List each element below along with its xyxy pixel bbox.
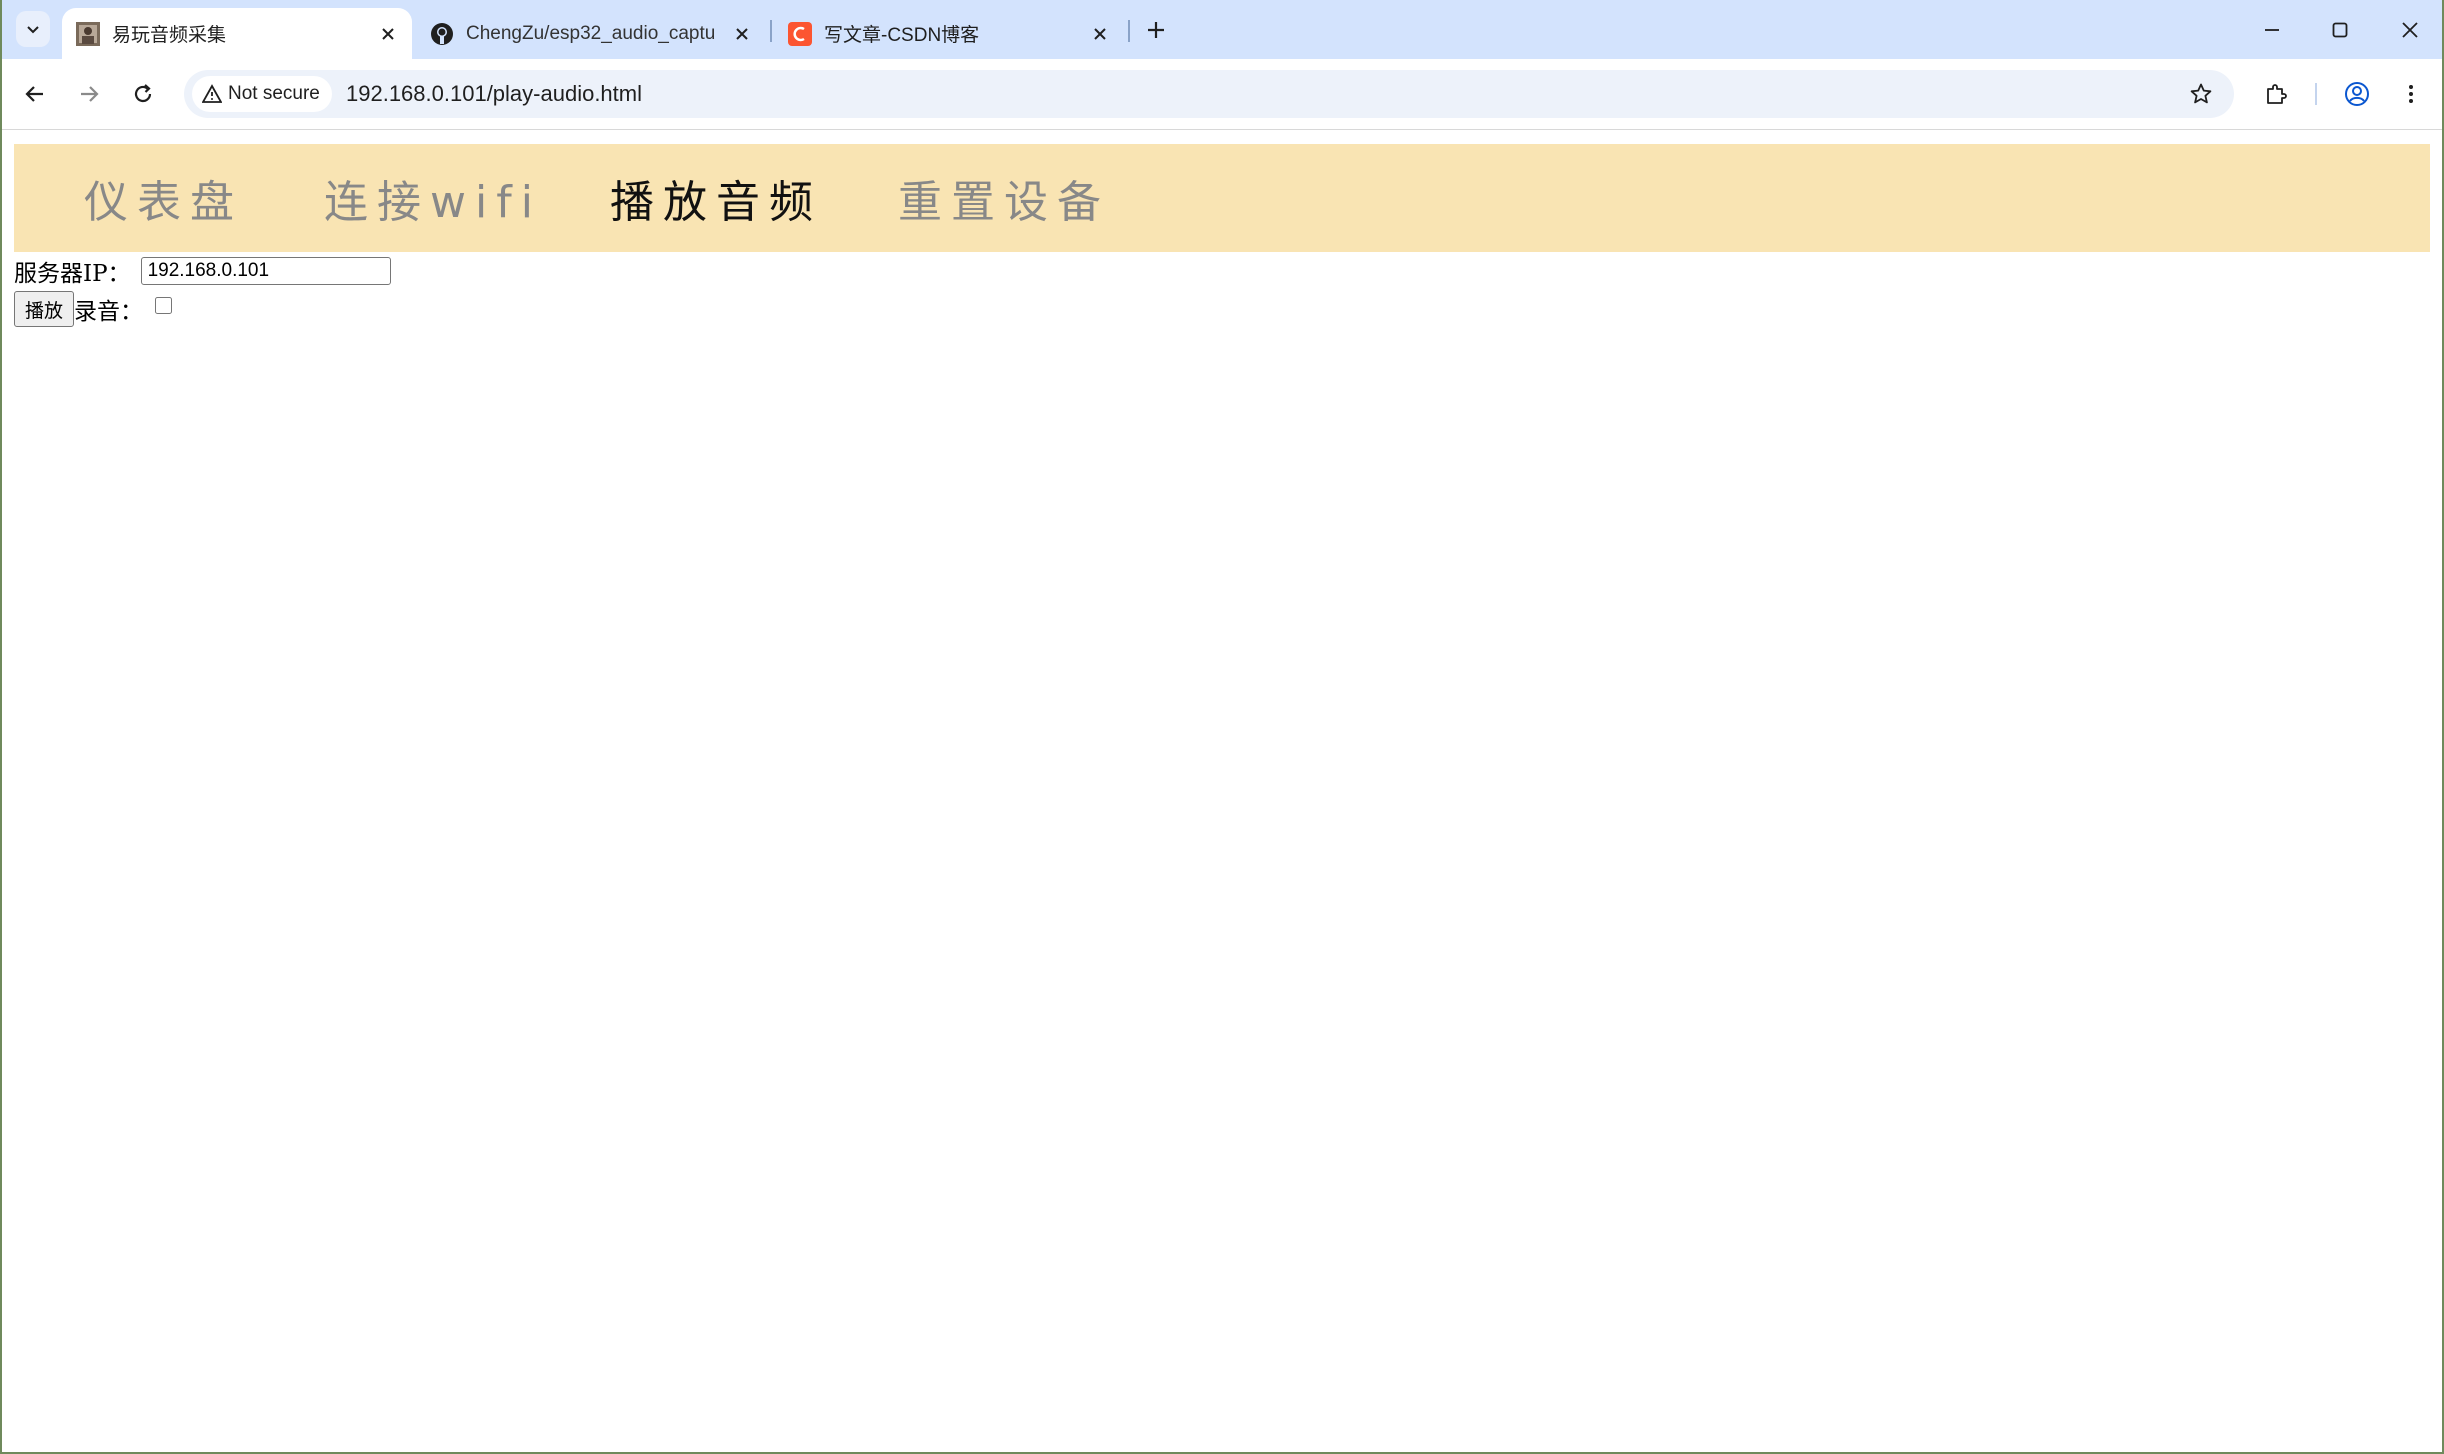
browser-window: 易玩音频采集 ChengZu/esp32_audio_captu 写文章-CSD… (2, 0, 2442, 1452)
nav-connect-wifi[interactable]: 连接wifi (324, 166, 542, 230)
csdn-icon (788, 21, 812, 46)
server-ip-row: 服务器IP： (14, 254, 391, 288)
plus-icon (1148, 22, 1164, 38)
nav-play-audio[interactable]: 播放音频 (610, 166, 822, 230)
chevron-down-icon (27, 26, 39, 34)
toolbar-divider (2315, 83, 2317, 105)
arrow-right-icon (81, 86, 99, 102)
maximize-icon (2332, 22, 2348, 38)
minimize-button[interactable] (2252, 10, 2292, 50)
tab-title: ChengZu/esp32_audio_captu (466, 22, 716, 44)
close-tab-icon[interactable] (1086, 20, 1114, 48)
close-tab-icon[interactable] (374, 20, 402, 48)
top-navigation: 仪表盘 连接wifi 播放音频 重置设备 (14, 144, 2430, 252)
server-ip-input[interactable] (140, 257, 391, 285)
record-checkbox[interactable] (155, 296, 173, 314)
tab-github[interactable]: ChengZu/esp32_audio_captu (416, 8, 766, 59)
page-content: 仪表盘 连接wifi 播放音频 重置设备 服务器IP： 播放 录音： (2, 130, 2442, 1452)
profile-button[interactable] (2338, 75, 2376, 113)
url-text[interactable]: 192.168.0.101/play-audio.html (346, 81, 642, 107)
playback-row: 播放 录音： (14, 291, 173, 327)
star-icon (2190, 83, 2212, 104)
minimize-icon (2265, 29, 2279, 31)
nav-dashboard[interactable]: 仪表盘 (84, 166, 243, 230)
close-window-button[interactable] (2390, 10, 2430, 50)
new-tab-button[interactable] (1140, 14, 1172, 46)
arrow-left-icon (25, 86, 43, 102)
nav-reset-device[interactable]: 重置设备 (898, 166, 1110, 230)
browser-toolbar: Not secure 192.168.0.101/play-audio.html (2, 59, 2442, 130)
account-icon (2345, 82, 2369, 106)
warning-icon (202, 84, 222, 103)
tab-search-button[interactable] (16, 11, 50, 47)
tab-title: 写文章-CSDN博客 (824, 25, 980, 46)
record-label: 录音： (74, 299, 144, 325)
play-button[interactable]: 播放 (14, 291, 75, 327)
tab-title: 易玩音频采集 (112, 25, 227, 46)
forward-button[interactable] (70, 75, 108, 113)
close-icon (2402, 22, 2418, 38)
server-ip-label: 服务器IP： (14, 261, 131, 287)
maximize-button[interactable] (2320, 10, 2360, 50)
tab-strip: 易玩音频采集 ChengZu/esp32_audio_captu 写文章-CSD… (2, 0, 2442, 59)
address-bar[interactable]: Not secure 192.168.0.101/play-audio.html (184, 70, 2234, 118)
menu-button[interactable] (2392, 75, 2430, 113)
tab-yiwan-audio[interactable]: 易玩音频采集 (62, 8, 412, 59)
github-icon (431, 22, 453, 45)
bookmark-button[interactable] (2186, 79, 2216, 109)
security-label: Not secure (228, 83, 320, 104)
tab-csdn[interactable]: 写文章-CSDN博客 (774, 8, 1124, 59)
close-tab-icon[interactable] (728, 20, 756, 48)
reload-button[interactable] (124, 75, 162, 113)
photo-avatar-favicon (76, 21, 100, 46)
reload-icon (134, 84, 152, 103)
puzzle-icon (2267, 84, 2287, 104)
security-chip[interactable]: Not secure (192, 76, 332, 112)
tab-separator (1128, 20, 1130, 42)
tab-separator (770, 20, 772, 42)
extensions-button[interactable] (2257, 75, 2295, 113)
more-vertical-icon (2409, 85, 2413, 103)
back-button[interactable] (16, 75, 54, 113)
